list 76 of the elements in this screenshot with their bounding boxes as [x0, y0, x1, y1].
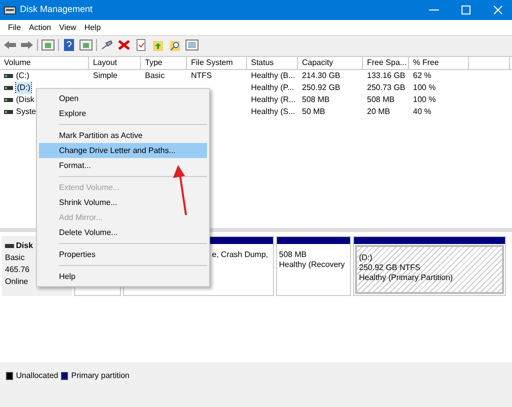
menu-item[interactable]: Format... [39, 158, 207, 173]
table-cell[interactable]: (C:) [16, 70, 30, 82]
partition-text: Healthy (Recovery [279, 260, 346, 270]
help-icon[interactable] [62, 39, 76, 51]
menu-item[interactable]: View [55, 22, 80, 34]
menu-item[interactable]: Change Drive Letter and Paths... [39, 143, 207, 158]
disk-name: Disk [16, 240, 33, 252]
plug-icon[interactable] [100, 39, 114, 51]
list-icon[interactable] [185, 39, 199, 51]
drive-icon [4, 98, 13, 102]
table-cell: 100 % [413, 94, 436, 106]
close-icon [493, 5, 503, 15]
partition-text: (D:) [359, 253, 374, 263]
column-header[interactable]: Type [141, 56, 187, 70]
menu-item[interactable]: Mark Partition as Active [39, 128, 207, 143]
table-cell: 20 MB [367, 106, 390, 118]
column-header[interactable]: Capacity [298, 56, 363, 70]
menu-item[interactable]: Explore [39, 106, 207, 121]
table-cell: 214.30 GB [302, 70, 340, 82]
column-header[interactable]: Free Spa... [363, 56, 409, 70]
partition-text: 250.92 GB NTFS [359, 263, 422, 273]
table-cell: Simple [93, 70, 118, 82]
table-cell: 508 MB [302, 94, 330, 106]
table-cell: 100 % [413, 82, 436, 94]
maximize-icon [461, 5, 471, 15]
menu-item[interactable]: Open [39, 91, 207, 106]
table-cell: 250.73 GB [367, 82, 406, 94]
window-title: Disk Management [20, 3, 94, 16]
menu-item[interactable]: Help [39, 269, 207, 284]
column-header[interactable]: Layout [89, 56, 141, 70]
legend-label: Unallocated [16, 370, 58, 382]
menu-item[interactable]: Delete Volume... [39, 225, 207, 240]
menu-item[interactable]: Properties [39, 247, 207, 262]
menu-item[interactable]: Shrink Volume... [39, 195, 207, 210]
table-cell: 133.16 GB [367, 70, 406, 82]
partition-block[interactable]: 508 MB Healthy (Recovery [276, 236, 351, 296]
table-cell: NTFS [191, 70, 212, 82]
document-check-icon[interactable] [134, 39, 148, 51]
table-cell[interactable]: (Disk [16, 94, 34, 106]
forward-arrow-icon[interactable] [20, 39, 34, 51]
folder-search-icon[interactable] [168, 39, 182, 51]
panel-icon[interactable] [79, 39, 93, 51]
table-cell: Healthy (B... [251, 70, 296, 82]
drive-icon [4, 86, 13, 90]
table-cell: Basic [145, 70, 165, 82]
table-cell[interactable]: Syste [16, 106, 36, 118]
partition-text: e, Crash Dump, [212, 250, 270, 260]
delete-icon[interactable] [117, 39, 131, 51]
menu-item[interactable]: Help [80, 22, 105, 34]
table-cell: Healthy (R... [251, 94, 296, 106]
table-cell: Healthy (P... [251, 82, 294, 94]
disk-info: 465.76 [5, 264, 30, 276]
drive-icon [4, 74, 13, 78]
drive-icon [4, 110, 13, 114]
table-cell: 508 MB [367, 94, 395, 106]
column-header[interactable]: % Free [409, 56, 469, 70]
back-arrow-icon[interactable] [3, 39, 17, 51]
column-header[interactable]: Status [247, 56, 298, 70]
table-cell: 50 MB [302, 106, 326, 118]
menu-item[interactable]: File [4, 22, 25, 34]
column-header[interactable]: Volume [0, 56, 89, 70]
folder-arrow-icon[interactable] [151, 39, 165, 51]
legend-label: Primary partition [71, 370, 130, 382]
table-cell: 62 % [413, 70, 432, 82]
annotation-arrow [173, 165, 187, 216]
partition-text: Healthy (Primary Partition) [359, 273, 454, 283]
panel-icon[interactable] [41, 39, 55, 51]
table-cell: Healthy (S... [251, 106, 296, 118]
column-header[interactable]: File System [187, 56, 247, 70]
drive-icon [5, 244, 14, 248]
table-cell[interactable]: (D:) [16, 82, 32, 94]
partition-text: 508 MB [279, 250, 308, 260]
table-cell: 40 % [413, 106, 432, 118]
menu-item[interactable]: Action [24, 22, 56, 34]
partition-block[interactable]: (D:) 250.92 GB NTFS Healthy (Primary Partition) [353, 236, 506, 296]
table-cell: 250.92 GB [302, 82, 340, 94]
